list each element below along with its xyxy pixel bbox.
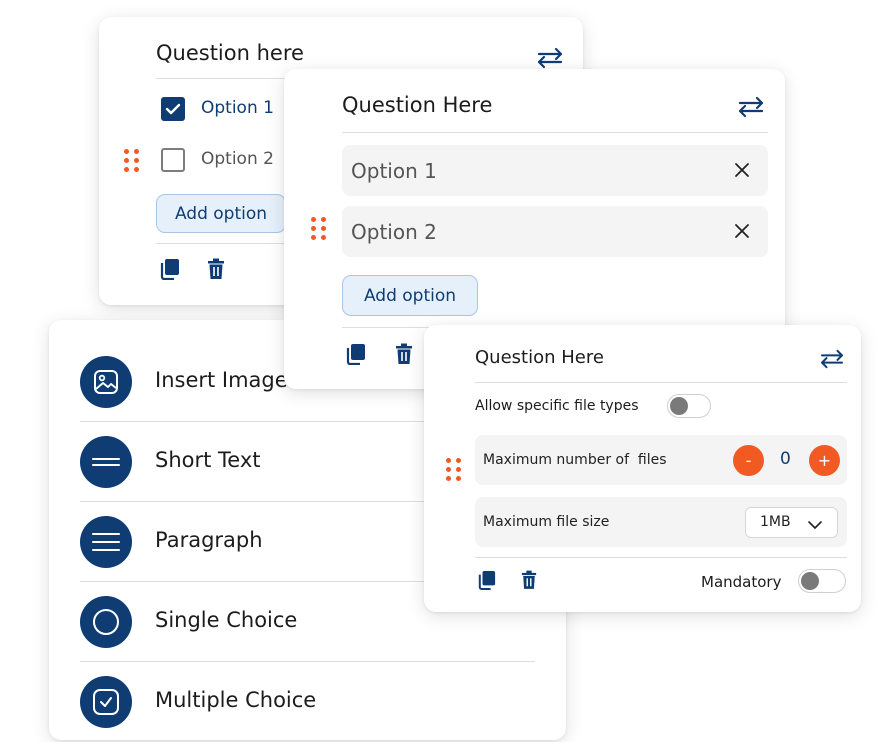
checkbox-icon bbox=[80, 676, 132, 728]
menu-item-label: Paragraph bbox=[155, 528, 263, 552]
menu-item-label: Multiple Choice bbox=[155, 688, 317, 712]
drag-handle-icon[interactable] bbox=[446, 458, 462, 481]
increment-button[interactable]: + bbox=[809, 445, 840, 476]
question-title[interactable]: Question Here bbox=[475, 347, 604, 368]
add-option-button[interactable]: Add option bbox=[156, 194, 286, 233]
max-files-label: Maximum number of files bbox=[483, 452, 667, 468]
drag-handle-icon[interactable] bbox=[124, 149, 140, 172]
allow-file-types-toggle[interactable] bbox=[667, 394, 711, 418]
swap-icon[interactable] bbox=[737, 96, 765, 118]
footer-divider bbox=[475, 557, 847, 558]
swap-icon[interactable] bbox=[536, 47, 564, 69]
short-text-icon bbox=[80, 436, 132, 488]
allow-file-types-label: Allow specific file types bbox=[475, 398, 639, 414]
delete-icon[interactable] bbox=[207, 258, 225, 284]
option-input[interactable]: Option 1 bbox=[342, 145, 768, 196]
close-icon[interactable] bbox=[734, 220, 750, 244]
menu-item-label: Short Text bbox=[155, 448, 261, 472]
option-label: Option 1 bbox=[201, 98, 274, 118]
chevron-down-icon bbox=[808, 516, 822, 535]
decrement-button[interactable]: - bbox=[733, 445, 764, 476]
question-title[interactable]: Question Here bbox=[342, 93, 492, 117]
title-divider bbox=[342, 132, 768, 133]
checkbox-checked-icon[interactable] bbox=[161, 97, 185, 121]
question-card-file-upload: Question Here Allow specific file types … bbox=[424, 325, 861, 612]
option-label: Option 2 bbox=[201, 149, 274, 169]
max-size-row: Maximum file size 1MB bbox=[475, 497, 847, 547]
max-size-label: Maximum file size bbox=[483, 514, 610, 530]
option-text: Option 2 bbox=[351, 219, 437, 244]
file-size-select[interactable]: 1MB bbox=[745, 507, 838, 538]
option-input[interactable]: Option 2 bbox=[342, 206, 768, 257]
copy-icon[interactable] bbox=[160, 258, 180, 284]
option-text: Option 1 bbox=[351, 158, 437, 183]
delete-icon[interactable] bbox=[521, 570, 537, 594]
menu-item-label: Single Choice bbox=[155, 608, 298, 632]
radio-icon bbox=[80, 596, 132, 648]
menu-item-label: Insert Image bbox=[155, 368, 288, 392]
menu-item-multiple-choice[interactable]: Multiple Choice bbox=[80, 662, 535, 742]
checkbox-unchecked-icon[interactable] bbox=[161, 148, 185, 172]
copy-icon[interactable] bbox=[346, 343, 366, 369]
delete-icon[interactable] bbox=[395, 343, 413, 369]
file-size-value: 1MB bbox=[760, 514, 791, 530]
add-option-button[interactable]: Add option bbox=[342, 275, 478, 316]
image-icon bbox=[80, 356, 132, 408]
max-files-value: 0 bbox=[780, 449, 791, 469]
copy-icon[interactable] bbox=[478, 570, 496, 594]
mandatory-toggle[interactable] bbox=[798, 569, 846, 593]
drag-handle-icon[interactable] bbox=[311, 217, 327, 240]
title-divider bbox=[475, 382, 847, 383]
mandatory-label: Mandatory bbox=[701, 573, 782, 591]
paragraph-icon bbox=[80, 516, 132, 568]
question-title[interactable]: Question here bbox=[156, 41, 304, 65]
close-icon[interactable] bbox=[734, 159, 750, 183]
swap-icon[interactable] bbox=[819, 349, 845, 369]
max-files-row: Maximum number of files - 0 + bbox=[475, 435, 847, 485]
